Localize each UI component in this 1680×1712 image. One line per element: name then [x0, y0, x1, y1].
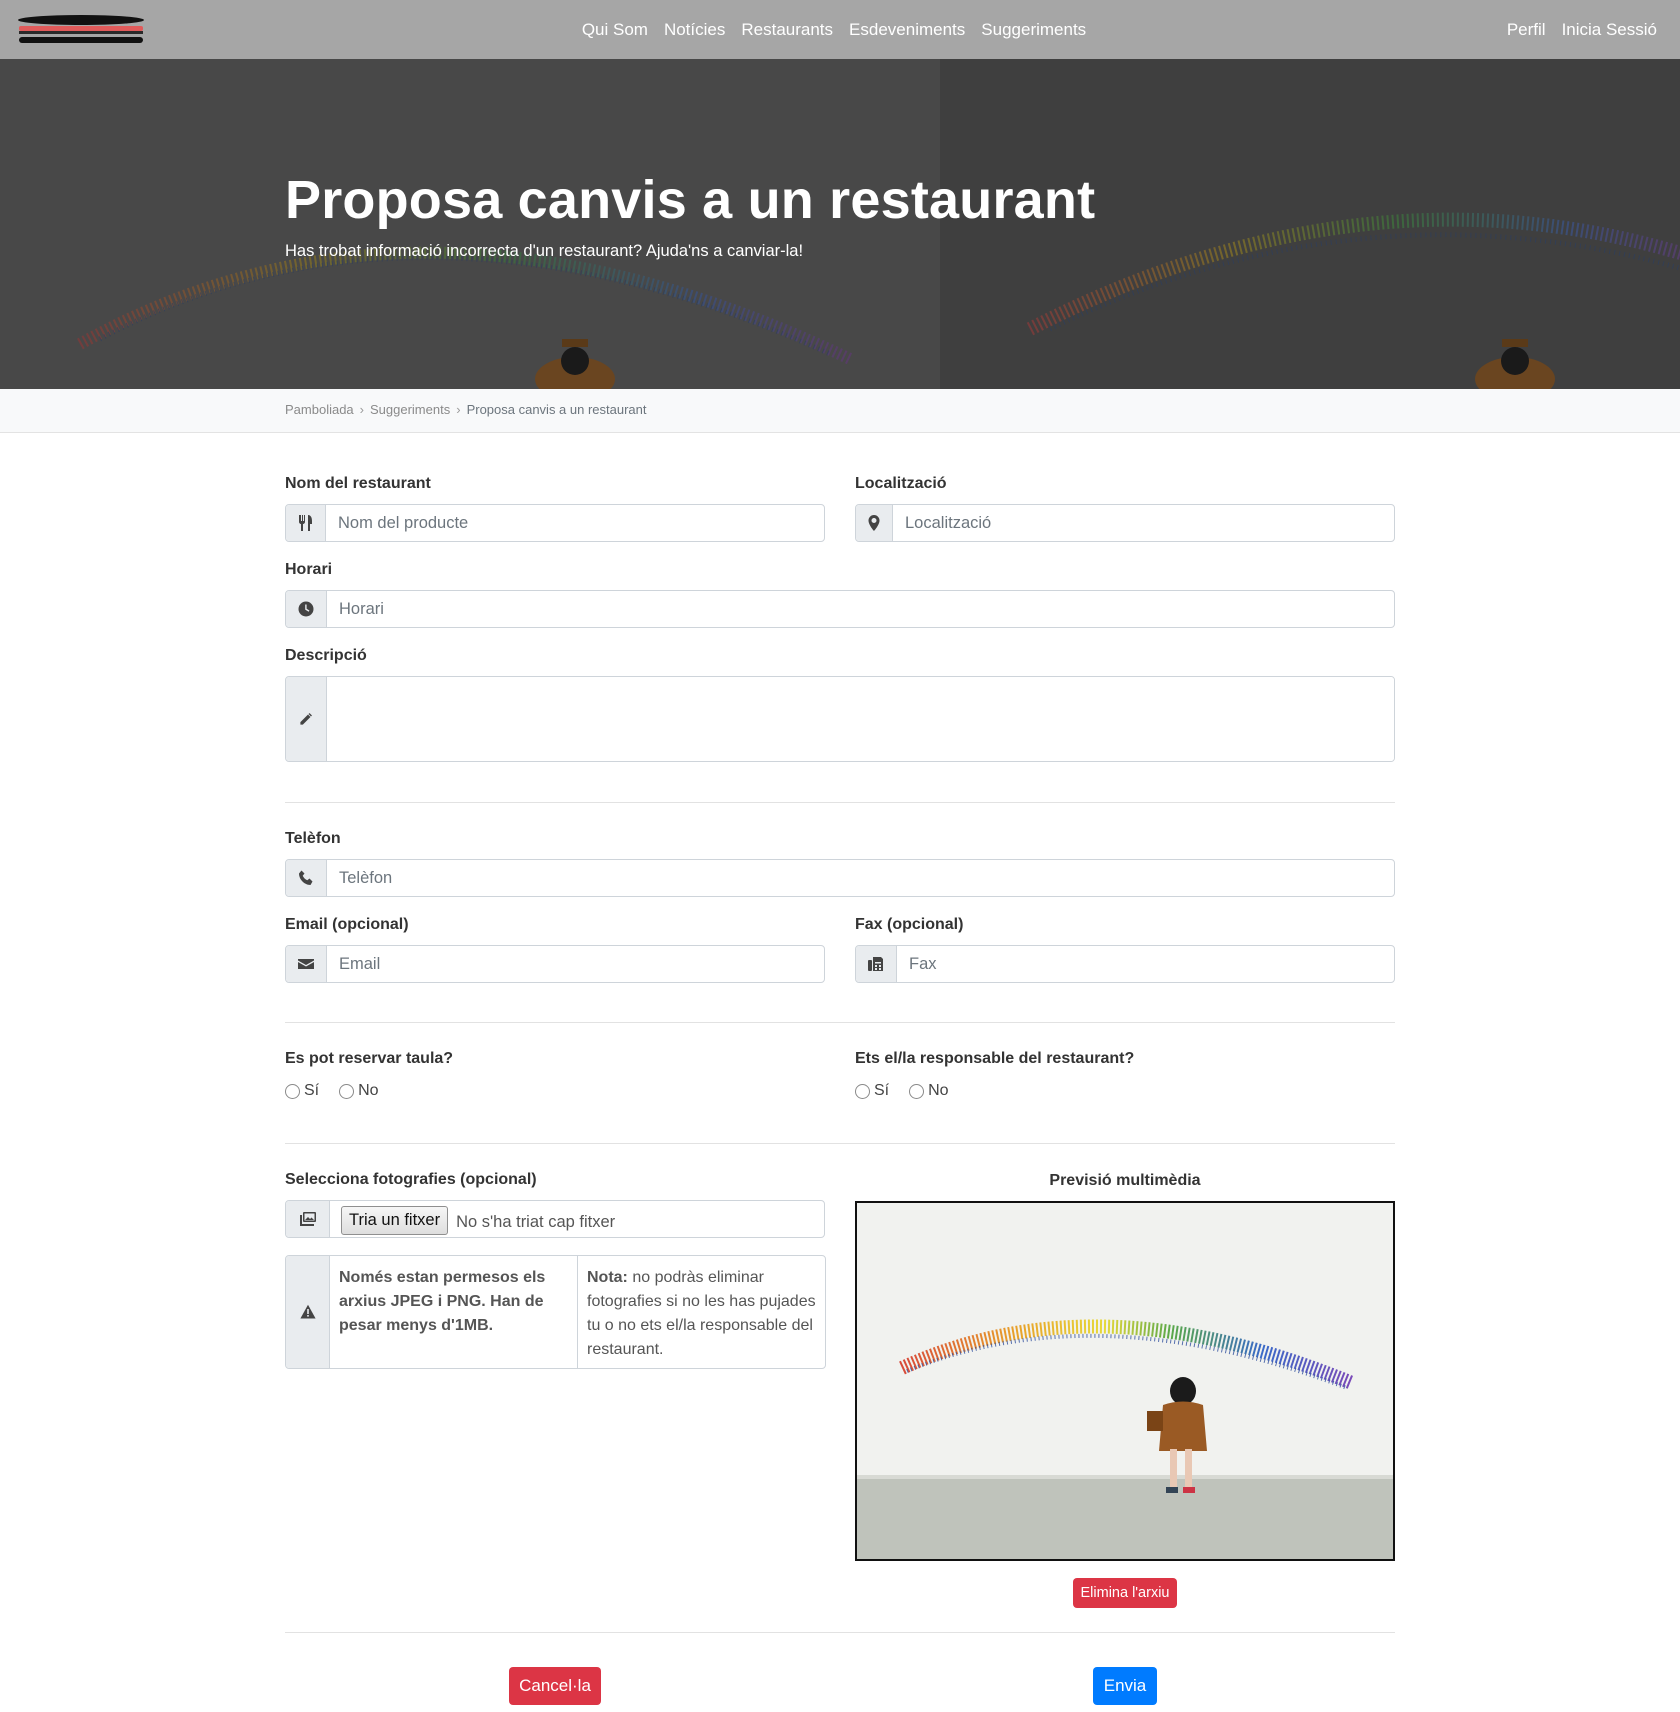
owner-no-option[interactable]: No [909, 1082, 949, 1100]
section-divider [285, 1143, 1395, 1144]
phone-icon [286, 860, 327, 896]
fax-label: Fax (opcional) [855, 916, 964, 933]
page-subtitle: Has trobat informació incorrecta d'un re… [285, 242, 804, 260]
utensils-icon [286, 505, 326, 541]
pencil-icon [286, 677, 327, 761]
reserve-yes-label: Sí [304, 1082, 320, 1099]
breadcrumb-current: Proposa canvis a un restaurant [466, 402, 647, 417]
reserve-no-radio[interactable] [339, 1083, 355, 1099]
reserve-yes-option[interactable]: Sí [285, 1082, 319, 1100]
owner-yes-radio[interactable] [855, 1083, 870, 1099]
description-textarea[interactable] [327, 677, 1394, 761]
restaurant-name-input[interactable] [326, 505, 824, 541]
fax-icon [856, 946, 897, 982]
breadcrumb: Pamboliada › Suggeriments › Proposa canv… [0, 389, 1680, 433]
breadcrumb-separator: › [359, 402, 364, 417]
email-group [285, 945, 825, 983]
fax-group [855, 945, 1395, 983]
email-input[interactable] [327, 946, 824, 982]
section-divider [285, 802, 1395, 803]
nav-link-profile[interactable]: Perfil [1507, 20, 1546, 40]
user-nav: Perfil Inicia Sessió [1507, 0, 1657, 59]
location-input[interactable] [893, 505, 1394, 541]
page-title: Proposa canvis a un restaurant [285, 170, 1096, 230]
breadcrumb-separator: › [456, 402, 461, 417]
nota-label: Nota: [587, 1269, 628, 1286]
owner-no-label: No [928, 1082, 949, 1099]
fax-input[interactable] [897, 946, 1394, 982]
delete-file-button[interactable]: Elimina l'arxiu [1073, 1578, 1177, 1608]
media-preview-image [855, 1201, 1395, 1561]
nav-link-noticies[interactable]: Notícies [664, 20, 725, 40]
envelope-icon [286, 946, 327, 982]
submit-button[interactable]: Envia [1093, 1667, 1157, 1705]
allowed-formats-note: Només estan permesos els arxius JPEG i P… [330, 1256, 578, 1368]
photo-notes: Només estan permesos els arxius JPEG i P… [285, 1255, 826, 1369]
owner-label: Ets el/la responsable del restaurant? [855, 1050, 1135, 1067]
nav-link-suggeriments[interactable]: Suggeriments [981, 20, 1086, 40]
map-marker-icon [856, 505, 893, 541]
nav-link-qui-som[interactable]: Qui Som [582, 20, 648, 40]
delete-restriction-note: Nota: no podràs eliminar fotografies si … [578, 1256, 825, 1368]
photos-label: Selecciona fotografies (opcional) [285, 1171, 537, 1188]
location-label: Localització [855, 475, 947, 492]
hours-label: Horari [285, 561, 333, 578]
email-label: Email (opcional) [285, 916, 409, 933]
reserve-no-label: No [358, 1082, 379, 1099]
restaurant-name-group [285, 504, 825, 542]
choose-file-button[interactable]: Tria un fitxer [341, 1206, 449, 1235]
reserve-no-option[interactable]: No [339, 1082, 379, 1100]
hero-banner: Proposa canvis a un restaurant Has troba… [0, 59, 1680, 389]
owner-yes-label: Sí [874, 1082, 890, 1099]
reserve-label: Es pot reservar taula? [285, 1050, 454, 1067]
breadcrumb-suggeriments[interactable]: Suggeriments [370, 402, 450, 417]
nav-link-login[interactable]: Inicia Sessió [1562, 20, 1657, 40]
navbar: Qui Som Notícies Restaurants Esdevenimen… [0, 0, 1680, 59]
description-group [285, 676, 1395, 762]
description-label: Descripció [285, 647, 367, 664]
clock-icon [286, 591, 327, 627]
owner-yes-option[interactable]: Sí [855, 1082, 889, 1100]
hours-input[interactable] [327, 591, 1394, 627]
main-nav: Qui Som Notícies Restaurants Esdevenimen… [0, 0, 1680, 59]
media-preview-title: Previsió multimèdia [1049, 1172, 1201, 1189]
restaurant-name-label: Nom del restaurant [285, 475, 431, 492]
nav-link-esdeveniments[interactable]: Esdeveniments [849, 20, 965, 40]
warning-icon [286, 1256, 330, 1368]
reserve-radio-group: Sí No [285, 1082, 393, 1100]
owner-no-radio[interactable] [909, 1083, 925, 1099]
phone-input[interactable] [327, 860, 1394, 896]
cancel-button[interactable]: Cancel·la [509, 1667, 601, 1705]
no-file-text: No s'ha triat cap fitxer [456, 1213, 616, 1231]
nav-link-restaurants[interactable]: Restaurants [741, 20, 833, 40]
location-group [855, 504, 1395, 542]
owner-radio-group: Sí No [855, 1082, 963, 1100]
breadcrumb-home[interactable]: Pamboliada [285, 402, 354, 417]
reserve-yes-radio[interactable] [285, 1083, 300, 1099]
phone-label: Telèfon [285, 830, 341, 847]
section-divider [285, 1632, 1395, 1633]
phone-group [285, 859, 1395, 897]
photos-file-group: Tria un fitxer No s'ha triat cap fitxer [285, 1200, 825, 1238]
section-divider [285, 1022, 1395, 1023]
hours-group [285, 590, 1395, 628]
images-icon [286, 1201, 330, 1237]
